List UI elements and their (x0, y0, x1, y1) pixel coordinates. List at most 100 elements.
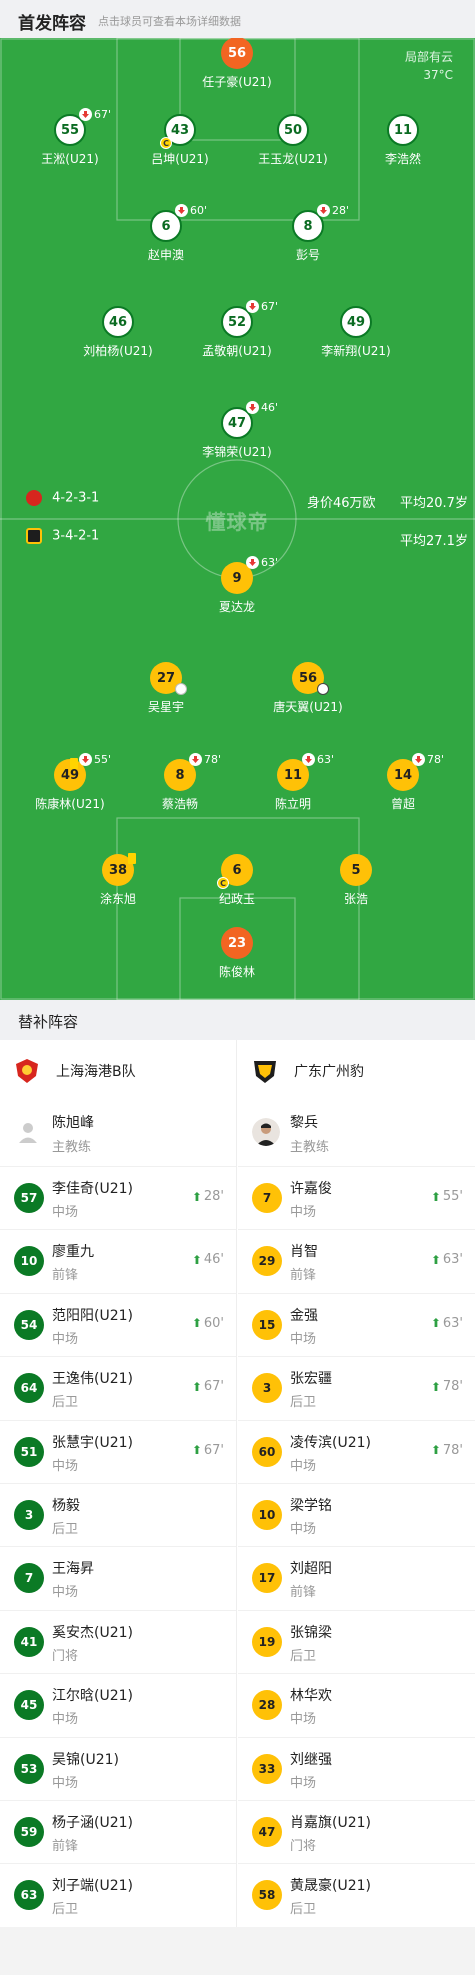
bench-player-row[interactable]: 47 肖嘉旗(U21) 门将 (238, 1800, 475, 1864)
away-bench-column: 广东广州豹 黎兵 主教练 7 许嘉俊 中场 ⬆ 55' 29 肖智 前锋 ⬆ 63' 15 金强 中场 ⬆… (238, 1040, 475, 1927)
away-coach-name: 黎兵 (290, 1115, 318, 1131)
away-team-row[interactable]: 广东广州豹 (238, 1040, 475, 1102)
home-bench-column: 上海海港B队 陈旭峰 主教练 57 李佳奇(U21) 中场 ⬆ 28' 10 廖重九 前锋 ⬆ 4… (0, 1040, 237, 1927)
bench-player-name: 张锦梁 (290, 1624, 332, 1641)
captain-badge: C (160, 137, 172, 149)
bench-player-name: 凌传滨(U21) (290, 1434, 371, 1451)
bench-player-name: 廖重九 (52, 1244, 94, 1261)
bench-player-number: 54 (14, 1309, 44, 1340)
sub-out-arrow-icon (246, 300, 259, 313)
player-name: 李锦荣(U21) (202, 445, 272, 459)
sub-in-arrow-icon: ⬆ (191, 1316, 202, 1331)
sub-in-arrow-icon: ⬆ (430, 1316, 441, 1331)
sub-in-minute: 78' (442, 1379, 463, 1395)
sub-in-arrow-icon: ⬆ (191, 1443, 202, 1458)
bench-player-position: 中场 (290, 1775, 317, 1791)
bench-player-position: 中场 (290, 1205, 317, 1220)
player-name: 曾超 (390, 797, 415, 811)
bench-player-row[interactable]: 59 杨子涵(U21) 前锋 (0, 1800, 236, 1864)
weather-condition: 局部有云 (404, 50, 453, 64)
bench-player-row[interactable]: 51 张慧宇(U21) 中场 ⬆ 67' (0, 1419, 236, 1484)
home-coach-role: 主教练 (52, 1140, 92, 1155)
bench-player-row[interactable]: 7 许嘉俊 中场 ⬆ 55' (238, 1166, 475, 1230)
bench-player-row[interactable]: 19 张锦梁 后卫 (238, 1609, 475, 1674)
sub-out-minute: 78' (204, 753, 222, 766)
bench-player-number: 45 (14, 1690, 44, 1721)
bench-player-row[interactable]: 53 吴锦(U21) 中场 (0, 1736, 236, 1801)
bench-player-position: 中场 (290, 1331, 317, 1347)
bench-player-name: 黄晟豪(U21) (290, 1878, 371, 1895)
bench-player-name: 刘超阳 (290, 1561, 332, 1578)
player-name: 彭号 (295, 248, 320, 262)
bench-player-name: 杨毅 (52, 1498, 80, 1514)
bench-player-position: 中场 (52, 1205, 79, 1220)
sub-in-minute: 67' (203, 1442, 224, 1458)
sub-out-arrow-icon (246, 401, 259, 414)
bench-player-name: 肖智 (290, 1244, 318, 1261)
sub-out-arrow-icon (175, 204, 188, 217)
home-team-logo-icon (26, 490, 42, 506)
bench-player-row[interactable]: 15 金强 中场 ⬆ 63' (238, 1292, 475, 1357)
shanghai-port-logo-icon (16, 1059, 38, 1083)
bench-player-position: 后卫 (52, 1902, 79, 1918)
home-team-row[interactable]: 上海海港B队 (0, 1040, 236, 1102)
bench-player-position: 后卫 (52, 1522, 79, 1537)
bench: 上海海港B队 陈旭峰 主教练 57 李佳奇(U21) 中场 ⬆ 28' 10 廖重九 前锋 ⬆ 4… (0, 1040, 475, 1927)
bench-player-position: 中场 (290, 1522, 317, 1537)
sub-out-arrow-icon (79, 108, 92, 121)
away-formation-row: 3-4-2-1 (26, 528, 99, 544)
yellow-card-icon (70, 758, 78, 769)
sub-in-arrow-icon: ⬆ (430, 1379, 441, 1394)
bench-player-row[interactable]: 29 肖智 前锋 ⬆ 63' (238, 1229, 475, 1293)
sub-out-minute: 67' (94, 108, 112, 121)
bench-player-row[interactable]: 28 林华欢 中场 (238, 1673, 475, 1737)
weather: 局部有云 37°C (405, 48, 453, 84)
player-name: 任子豪(U21) (202, 75, 272, 89)
bench-player-number: 41 (14, 1626, 44, 1657)
bench-player-row[interactable]: 10 廖重九 前锋 ⬆ 46' (0, 1229, 236, 1293)
bench-player-row[interactable]: 60 凌传滨(U21) 中场 ⬆ 78' (238, 1419, 475, 1484)
watermark: 懂球帝 (205, 510, 269, 534)
bench-player-number: 19 (252, 1626, 282, 1657)
bench-player-number: 63 (14, 1880, 44, 1911)
player-name: 唐天翼(U21) (273, 700, 343, 714)
bench-player-row[interactable]: 33 刘继强 中场 (238, 1736, 475, 1801)
home-avg-age: 平均20.7岁 (400, 496, 468, 511)
bench-player-row[interactable]: 10 梁学铭 中场 (238, 1483, 475, 1547)
coach-avatar-placeholder-icon (19, 1123, 37, 1143)
away-avg-age: 平均27.1岁 (400, 534, 468, 549)
bench-player-row[interactable]: 58 黄晟豪(U21) 后卫 (238, 1863, 475, 1927)
bench-player-row[interactable]: 45 江尔晗(U21) 中场 (0, 1673, 236, 1737)
bench-player-name: 刘子端(U21) (52, 1878, 133, 1895)
sub-out-minute: 63' (261, 556, 279, 569)
sub-out-minute: 78' (427, 753, 445, 766)
bench-player-position: 后卫 (290, 1902, 317, 1918)
player-number: 56 (221, 38, 253, 69)
bench-player-row[interactable]: 64 王逸伟(U21) 后卫 ⬆ 67' (0, 1356, 236, 1420)
bench-player-number: 29 (252, 1246, 282, 1277)
home-value: 身价46万欧 (307, 496, 376, 511)
bench-player-row[interactable]: 57 李佳奇(U21) 中场 ⬆ 28' (0, 1166, 236, 1230)
away-formation: 3-4-2-1 (52, 528, 100, 544)
bench-player-row[interactable]: 54 范阳阳(U21) 中场 ⬆ 60' (0, 1292, 236, 1357)
substitution-out-marker: 28' (317, 204, 349, 217)
bench-player-number: 58 (252, 1880, 282, 1911)
bench-player-row[interactable]: 17 刘超阳 前锋 (238, 1546, 475, 1610)
sub-out-arrow-icon (79, 753, 92, 766)
sub-in-time: ⬆ 46' (192, 1252, 224, 1267)
away-coach-row[interactable]: 黎兵 主教练 (238, 1102, 475, 1166)
bench-player-row[interactable]: 3 杨毅 后卫 (0, 1483, 236, 1547)
bench-player-number: 10 (252, 1500, 282, 1530)
home-coach-row[interactable]: 陈旭峰 主教练 (0, 1102, 236, 1166)
bench-player-number: 64 (14, 1373, 44, 1404)
bench-player-row[interactable]: 41 奚安杰(U21) 门将 (0, 1609, 236, 1674)
bench-player-row[interactable]: 7 王海昇 中场 (0, 1546, 236, 1610)
bench-player-number: 33 (252, 1753, 282, 1784)
bench-player-row[interactable]: 3 张宏疆 后卫 ⬆ 78' (238, 1356, 475, 1420)
bench-player-row[interactable]: 63 刘子端(U21) 后卫 (0, 1863, 236, 1927)
bench-player-name: 吴锦(U21) (52, 1751, 119, 1768)
away-team-logo-icon (26, 528, 42, 544)
lineup-header: 首发阵容 点击球员可查看本场详细数据 (0, 0, 475, 38)
player-name: 吴星宇 (147, 700, 184, 714)
sub-in-time: ⬆ 63' (431, 1252, 463, 1267)
